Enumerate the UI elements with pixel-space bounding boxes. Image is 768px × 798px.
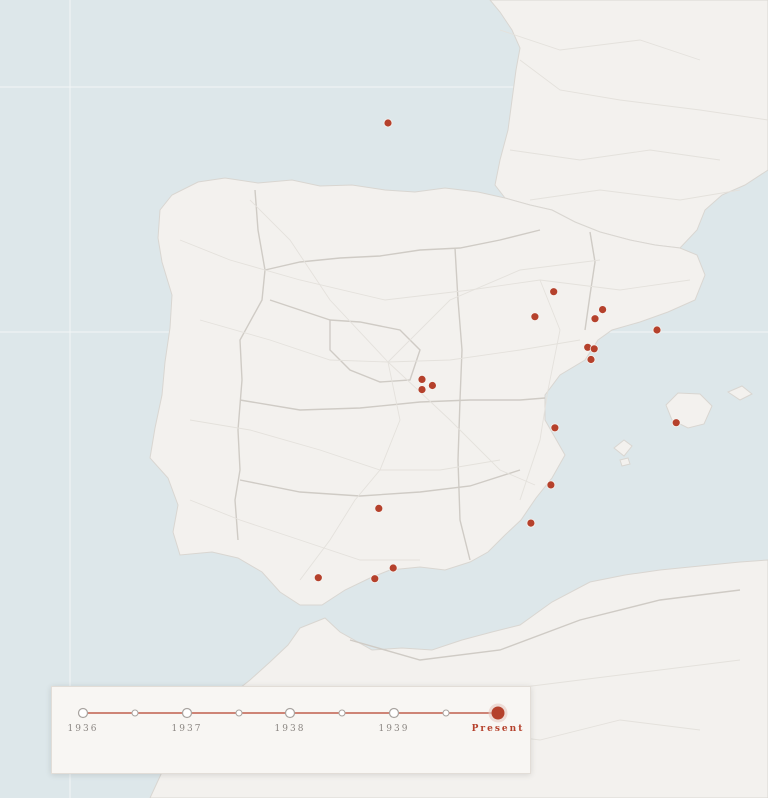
map-marker[interactable] bbox=[550, 423, 560, 433]
timeline-label-1936: 1936 bbox=[67, 724, 99, 734]
map-marker[interactable] bbox=[417, 385, 427, 395]
map-marker[interactable] bbox=[549, 287, 559, 297]
map-marker[interactable] bbox=[530, 312, 540, 322]
map-marker[interactable] bbox=[598, 305, 607, 315]
map-marker[interactable] bbox=[313, 573, 323, 583]
map-marker[interactable] bbox=[589, 344, 599, 354]
map-marker[interactable] bbox=[652, 325, 662, 335]
timeline-label-present: Present bbox=[471, 724, 525, 734]
map-marker[interactable] bbox=[590, 314, 600, 324]
map-marker[interactable] bbox=[671, 418, 681, 428]
map-marker[interactable] bbox=[526, 518, 536, 528]
timeline-stop-1937[interactable] bbox=[181, 707, 193, 719]
map-marker[interactable] bbox=[374, 503, 384, 513]
map-marker[interactable] bbox=[370, 574, 380, 584]
timeline-stop-1939[interactable] bbox=[388, 707, 400, 719]
land-formentera bbox=[619, 457, 631, 467]
timeline-label-1938: 1938 bbox=[274, 724, 306, 734]
timeline-stop-1938[interactable] bbox=[284, 707, 296, 719]
map-marker[interactable] bbox=[383, 118, 393, 128]
timeline-stop-1936[interactable] bbox=[77, 707, 89, 719]
map-marker[interactable] bbox=[388, 563, 398, 573]
map[interactable] bbox=[0, 0, 768, 798]
timeline-tick[interactable] bbox=[442, 709, 450, 717]
timeline-tick[interactable] bbox=[338, 709, 346, 717]
timeline-panel: 1936 1937 1938 1939 Present bbox=[51, 686, 531, 774]
timeline-tick[interactable] bbox=[131, 709, 139, 717]
timeline-label-1937: 1937 bbox=[171, 724, 203, 734]
map-marker[interactable] bbox=[586, 355, 596, 364]
map-marker[interactable] bbox=[546, 480, 556, 490]
timeline-tick[interactable] bbox=[235, 709, 243, 717]
map-marker[interactable] bbox=[417, 374, 427, 384]
timeline-label-1939: 1939 bbox=[378, 724, 410, 734]
timeline-stop-present[interactable] bbox=[491, 706, 505, 720]
map-marker[interactable] bbox=[427, 381, 437, 390]
